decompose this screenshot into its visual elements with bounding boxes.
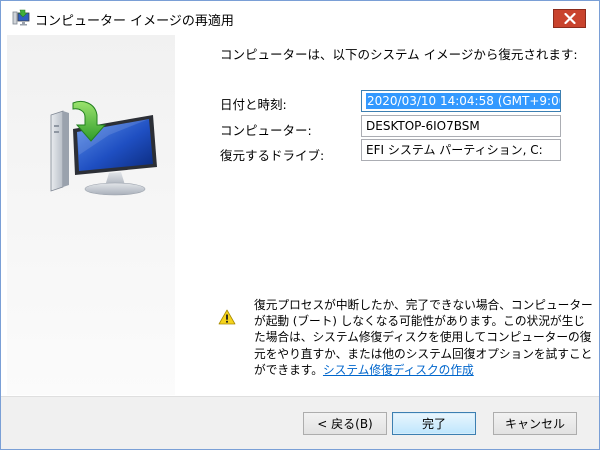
restore-dialog: コンピューター イメージの再適用 コンピューターは、以下のシステム イメージから… [0, 0, 600, 450]
content-pane: コンピューターは、以下のシステム イメージから復元されます: 日付と時刻: 20… [176, 35, 594, 395]
restore-drive-field[interactable]: EFI システム パーティション, C: [361, 139, 561, 161]
restore-drive-value: EFI システム パーティション, C: [366, 143, 543, 157]
title-bar: コンピューター イメージの再適用 [1, 1, 599, 34]
computer-value: DESKTOP-6IO7BSM [366, 119, 480, 133]
close-button[interactable] [553, 9, 586, 28]
illustration-pane [7, 35, 175, 395]
warning-message: 復元プロセスが中断したか、完了できない場合、コンピューターが起動 (ブート) し… [254, 297, 594, 378]
close-icon [563, 13, 576, 24]
date-time-field[interactable]: 2020/03/10 14:04:58 (GMT+9:00) [361, 90, 561, 112]
date-time-label: 日付と時刻: [220, 97, 287, 112]
computer-label: コンピューター: [220, 123, 312, 138]
button-bar: < 戻る(B) 完了 キャンセル [1, 396, 599, 449]
computer-restore-illustration [50, 101, 157, 196]
date-time-value: 2020/03/10 14:04:58 (GMT+9:00) [366, 93, 560, 109]
restore-drive-label: 復元するドライブ: [220, 148, 325, 163]
window-title: コンピューター イメージの再適用 [35, 14, 234, 29]
computer-field[interactable]: DESKTOP-6IO7BSM [361, 115, 561, 137]
finish-button[interactable]: 完了 [392, 412, 476, 435]
create-repair-disc-link[interactable]: システム修復ディスクの作成 [323, 363, 474, 377]
intro-text: コンピューターは、以下のシステム イメージから復元されます: [220, 47, 578, 62]
warning-icon [218, 309, 236, 325]
computer-restore-icon [11, 9, 31, 27]
cancel-button[interactable]: キャンセル [493, 412, 577, 435]
back-button[interactable]: < 戻る(B) [303, 412, 387, 435]
